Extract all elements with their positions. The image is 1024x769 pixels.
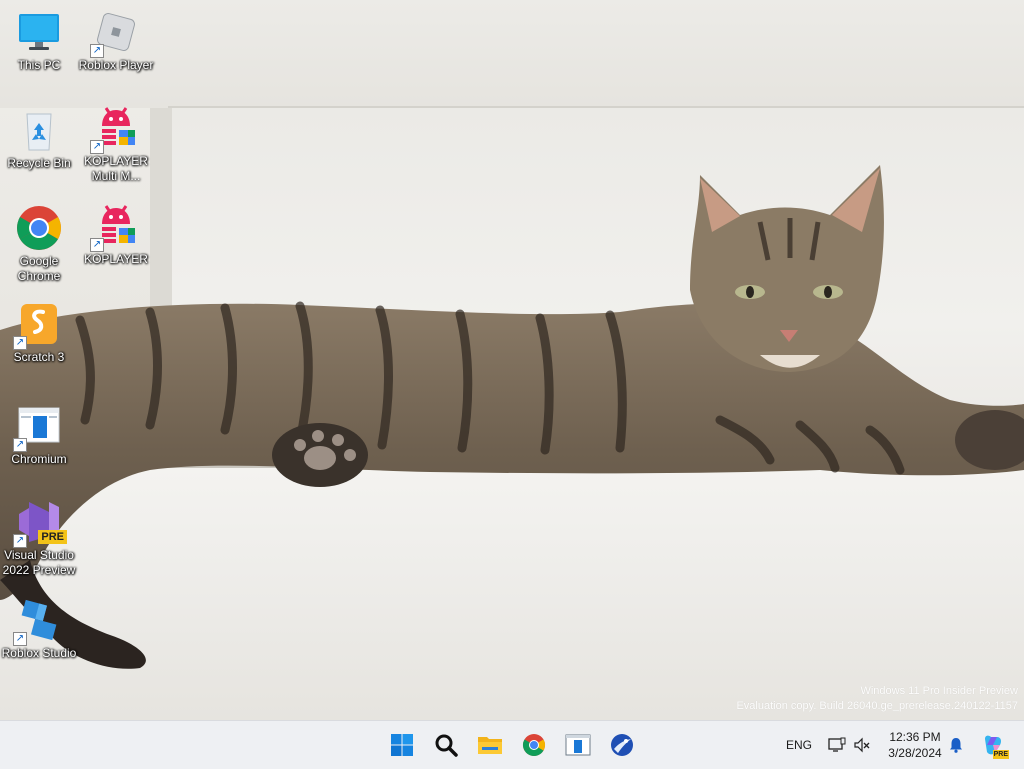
pre-badge: PRE: [992, 750, 1009, 759]
desktop-icon-koplayer-multi[interactable]: ↗ KOPLAYER Multi M...: [78, 104, 154, 184]
desktop-icon-label: Scratch 3: [13, 350, 65, 364]
desktop-icon-label: KOPLAYER Multi M...: [84, 154, 148, 183]
clock-date: 3/28/2024: [888, 746, 942, 760]
watermark-edition: Windows 11 Pro Insider Preview: [860, 685, 1018, 697]
chrome-taskbar-button[interactable]: [516, 727, 552, 763]
clock[interactable]: 12:36 PM 3/28/2024: [880, 721, 950, 769]
desktop-icon-label: Roblox Player: [78, 58, 154, 72]
desktop-icon-recycle-bin[interactable]: Recycle Bin: [1, 106, 77, 171]
desktop-icon-label: KOPLAYER: [84, 252, 148, 266]
desktop-icon-google-chrome[interactable]: Google Chrome: [1, 204, 77, 284]
shortcut-arrow-icon: ↗: [90, 140, 104, 154]
desktop-icon-label: Visual Studio 2022 Preview: [2, 548, 76, 577]
desktop-icon-label: Chromium: [11, 452, 67, 466]
desktop-icon-visual-studio-2022-preview[interactable]: PRE ↗ Visual Studio 2022 Preview: [1, 498, 77, 578]
bell-icon: [950, 738, 962, 753]
desktop-icon-scratch-3[interactable]: ↗ Scratch 3: [1, 300, 77, 365]
network-status[interactable]: [826, 721, 848, 769]
chromium-icon: [565, 734, 591, 756]
desktop-icon-this-pc[interactable]: This PC: [1, 8, 77, 73]
chrome-icon: [523, 734, 545, 756]
speaker-muted-icon: [854, 737, 870, 753]
desktop-icon-koplayer[interactable]: ↗ KOPLAYER: [78, 202, 154, 267]
browser-taskbar-button[interactable]: [604, 727, 640, 763]
search-button[interactable]: [428, 727, 464, 763]
folder-icon: [478, 737, 502, 754]
desktop-icon-label: Recycle Bin: [7, 156, 71, 170]
desktop-icon-roblox-studio[interactable]: ↗ Roblox Studio: [1, 596, 77, 661]
chrome-icon: [17, 206, 61, 250]
network-icon: [828, 737, 846, 752]
chromium-taskbar-button[interactable]: [560, 727, 596, 763]
desktop-icon-label: Roblox Studio: [1, 646, 77, 660]
language-indicator[interactable]: ENG: [780, 721, 818, 769]
windows-watermark: Windows 11 Pro Insider Preview Evaluatio…: [736, 684, 1018, 714]
shortcut-arrow-icon: ↗: [90, 238, 104, 252]
desktop-icon-chromium[interactable]: ↗ Chromium: [1, 402, 77, 467]
file-explorer-button[interactable]: [472, 727, 508, 763]
notifications-button[interactable]: [946, 721, 966, 769]
shortcut-arrow-icon: ↗: [13, 632, 27, 646]
desktop-icon-label: Google Chrome: [17, 254, 61, 283]
desktop-icon-label: This PC: [17, 58, 61, 72]
windows-start-icon: [391, 734, 413, 756]
monitor-icon: [19, 14, 59, 50]
shortcut-arrow-icon: ↗: [90, 44, 104, 58]
recycle-bin-icon: [26, 113, 52, 151]
desktop-icon-roblox-player[interactable]: ↗ Roblox Player: [78, 8, 154, 73]
desktop[interactable]: This PC ↗ Roblox Player Recycle Bin ↗ KO…: [0, 0, 1024, 720]
search-icon: [435, 734, 458, 757]
start-button[interactable]: [384, 727, 420, 763]
shortcut-arrow-icon: ↗: [13, 336, 27, 350]
shortcut-arrow-icon: ↗: [13, 438, 27, 452]
taskbar: ENG 12:36 PM 3/28/2024 PRE: [0, 720, 1024, 769]
pre-badge: PRE: [38, 530, 67, 544]
browser-globe-icon: [611, 734, 633, 756]
watermark-build: Evaluation copy. Build 26040.ge_prerelea…: [736, 700, 1018, 712]
clock-time: 12:36 PM: [889, 730, 941, 744]
shortcut-arrow-icon: ↗: [13, 534, 27, 548]
copilot-button[interactable]: PRE: [978, 721, 1009, 769]
volume-status[interactable]: [851, 721, 873, 769]
